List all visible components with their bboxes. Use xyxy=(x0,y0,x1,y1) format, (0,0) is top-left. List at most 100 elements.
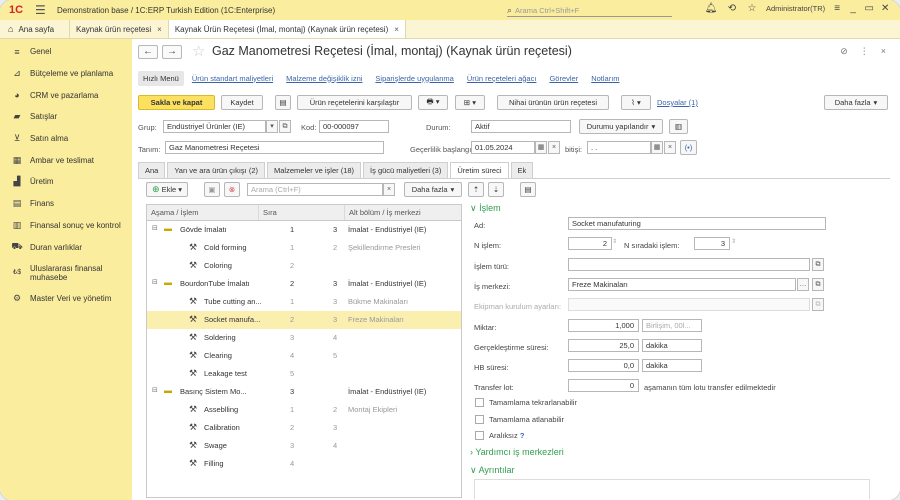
delete-button[interactable]: ⊗ xyxy=(224,182,240,197)
sidebar-item-master-data[interactable]: ⚙ Master Veri ve yönetim xyxy=(0,288,132,310)
link-standard-costs[interactable]: Ürün standart maliyetleri xyxy=(192,74,273,83)
operation-row[interactable]: ⚒ Filling 4 xyxy=(147,455,461,473)
group-field[interactable]: Endüstriyel Ürünler (IE) xyxy=(163,120,266,133)
clear-search-button[interactable]: × xyxy=(383,183,395,196)
op-type-field[interactable] xyxy=(568,258,810,271)
calendar-icon[interactable]: ▦ xyxy=(535,141,547,154)
history-icon[interactable]: ⟲ xyxy=(722,3,742,14)
tab-source-bom-document[interactable]: Kaynak Ürün Reçetesi (İmal, montaj) (Kay… xyxy=(168,20,406,38)
sidebar-item-genel[interactable]: ≡ Genel xyxy=(0,41,132,63)
sidebar-item-crm[interactable]: ◕ CRM ve pazarlama xyxy=(0,84,132,106)
quantity-unit-field[interactable]: Birlişim, 00l... xyxy=(642,319,702,332)
clear-start-button[interactable]: × xyxy=(548,141,560,154)
stage-more-button[interactable]: Daha fazla ▾ xyxy=(404,182,462,197)
skippable-checkbox[interactable] xyxy=(475,415,484,424)
bell-icon[interactable]: 🔔︎ xyxy=(700,3,722,14)
maximize-icon[interactable]: ▭ xyxy=(861,3,877,14)
quantity-field[interactable]: 1,000 xyxy=(568,319,639,332)
tab-attachments[interactable]: Ek xyxy=(510,162,534,178)
col-department[interactable]: Alt bölüm / İş merkezi xyxy=(345,205,461,220)
operation-row[interactable]: ⚒ Swage 3 4 xyxy=(147,437,461,455)
print-button[interactable]: 🖶︎ ▾ xyxy=(418,95,448,110)
sidebar-item-fixed-assets[interactable]: ⛟ Duran varlıklar xyxy=(0,236,132,258)
main-menu-icon[interactable]: ☰ xyxy=(35,3,49,17)
operation-row[interactable]: ⚒ Tube cutting an... 1 3 Bükme Makinaları xyxy=(147,293,461,311)
close-tab-icon[interactable]: × xyxy=(394,25,399,34)
clear-end-button[interactable]: × xyxy=(664,141,676,154)
group-dropdown-button[interactable]: ▾ xyxy=(266,120,278,133)
list-view-button[interactable]: ▤ xyxy=(275,95,291,110)
status-field[interactable]: Aktif xyxy=(471,120,571,133)
link-bom-tree[interactable]: Ürün reçeteleri ağacı xyxy=(467,74,537,83)
files-link[interactable]: Dosyalar (1) xyxy=(657,98,698,107)
quick-menu-link[interactable]: Hızlı Menü xyxy=(138,70,184,86)
stage-row[interactable]: ⊟ ▬ Basınç Sistem Mo... 3 İmalat - Endüstriy… xyxy=(147,383,461,401)
period-button[interactable]: (•) xyxy=(680,140,697,155)
tab-materials[interactable]: Malzemeler ve işler (18) xyxy=(267,162,362,178)
stage-row[interactable]: ⊟ ▬ BourdonTube İmalatı 2 3 İmalat - Endüstri… xyxy=(147,275,461,293)
more-icon[interactable]: ⋮ xyxy=(860,46,869,57)
minimize-icon[interactable]: _ xyxy=(845,3,861,14)
attach-button[interactable]: ⌇ ▾ xyxy=(621,95,651,110)
configure-status-button[interactable]: Durumu yapılandır ▾ xyxy=(579,119,663,134)
hb-time-unit-field[interactable]: dakika xyxy=(642,359,702,372)
final-product-bom-button[interactable]: Nihai ürünün ürün reçetesi xyxy=(497,95,609,110)
col-stage[interactable]: Aşama / İşlem xyxy=(147,205,259,220)
collapse-toggle-icon[interactable]: ⊟ xyxy=(152,224,158,232)
sidebar-item-budget[interactable]: ⊿ Bütçeleme ve planlama xyxy=(0,63,132,85)
tab-labor-costs[interactable]: İş gücü maliyetleri (3) xyxy=(363,162,449,178)
stage-row[interactable]: ⊟ ▬ Gövde İmalatı 1 3 İmalat - Endüstriyel (I… xyxy=(147,221,461,239)
operation-row[interactable]: ⚒ Asseblling 1 2 Montaj Ekipleri xyxy=(147,401,461,419)
copy-button[interactable]: ▣ xyxy=(204,182,220,197)
details-section[interactable]: ∨ Ayrıntılar xyxy=(470,465,514,476)
favorite-star-icon[interactable]: ☆ xyxy=(192,42,205,60)
close-tab-icon[interactable]: × xyxy=(157,25,162,34)
close-form-icon[interactable]: × xyxy=(881,46,886,57)
sidebar-item-sales[interactable]: ▰ Satışlar xyxy=(0,106,132,128)
op-number-field[interactable]: 2 xyxy=(568,237,612,250)
tab-source-bom-list[interactable]: Kaynak ürün reçetesi × xyxy=(70,20,169,38)
operation-row[interactable]: ⚒ Clearing 4 5 xyxy=(147,347,461,365)
link-material-change[interactable]: Malzeme değişiklik izni xyxy=(286,74,362,83)
op-next-field[interactable]: 3 xyxy=(694,237,730,250)
status-history-button[interactable]: ▥ xyxy=(669,119,688,134)
work-center-select-button[interactable]: … xyxy=(797,278,809,291)
calendar-icon[interactable]: ▦ xyxy=(651,141,663,154)
move-up-button[interactable]: ⇡ xyxy=(468,182,484,197)
exec-time-field[interactable]: 25,0 xyxy=(568,339,639,352)
more-button[interactable]: Daha fazla ▾ xyxy=(824,95,888,110)
report-button[interactable]: ▤ xyxy=(520,182,536,197)
link-notes[interactable]: Notlarım xyxy=(591,74,619,83)
details-text-area[interactable] xyxy=(474,479,870,499)
operation-row[interactable]: ⚒ Cold forming 1 2 Şekillendirme Presleri xyxy=(147,239,461,257)
sidebar-item-purchasing[interactable]: ⊻ Satın alma xyxy=(0,128,132,150)
settings-icon[interactable]: ≡ xyxy=(829,3,845,14)
compare-boms-button[interactable]: Ürün reçetelerini karşılaştır xyxy=(297,95,412,110)
tab-production-process[interactable]: Üretim süreci xyxy=(450,162,509,178)
tab-byproducts[interactable]: Yan ve ara ürün çıkışı (2) xyxy=(167,162,266,178)
code-field[interactable]: 00-000097 xyxy=(319,120,389,133)
operation-row[interactable]: ⚒ Calibration 2 3 xyxy=(147,419,461,437)
operation-row[interactable]: ⚒ Leakage test 5 xyxy=(147,365,461,383)
group-open-button[interactable]: ⧉ xyxy=(279,120,291,133)
sidebar-item-warehouse[interactable]: ▦ Ambar ve teslimat xyxy=(0,149,132,171)
close-icon[interactable]: ✕ xyxy=(877,3,893,14)
operation-row[interactable]: ⚒ Coloring 2 xyxy=(147,257,461,275)
repeatable-checkbox[interactable] xyxy=(475,398,484,407)
back-button[interactable]: ← xyxy=(138,45,158,59)
create-based-on-button[interactable]: ⊞ ▾ xyxy=(455,95,485,110)
user-name[interactable]: Administrator(TR) xyxy=(766,4,825,13)
tab-home[interactable]: ⌂ Ana sayfa xyxy=(0,20,70,38)
hb-time-field[interactable]: 0,0 xyxy=(568,359,639,372)
validity-end-field[interactable]: . . xyxy=(587,141,651,154)
definition-field[interactable]: Gaz Manometresi Reçetesi xyxy=(165,141,384,154)
operation-section-header[interactable]: ∨ İşlem xyxy=(470,203,501,214)
link-tasks[interactable]: Görevler xyxy=(549,74,578,83)
op-type-open-button[interactable]: ⧉ xyxy=(812,258,824,271)
operation-row[interactable]: ⚒ Soldering 3 4 xyxy=(147,329,461,347)
op-number-spinner[interactable]: ⇕ xyxy=(612,238,617,245)
transfer-lot-field[interactable]: 0 xyxy=(568,379,639,392)
sidebar-item-financial-results[interactable]: ▥ Finansal sonuç ve kontrol xyxy=(0,215,132,237)
tab-main[interactable]: Ana xyxy=(138,162,166,178)
global-search-input[interactable]: ⌕ Arama Ctrl+Shift+F xyxy=(507,4,672,17)
